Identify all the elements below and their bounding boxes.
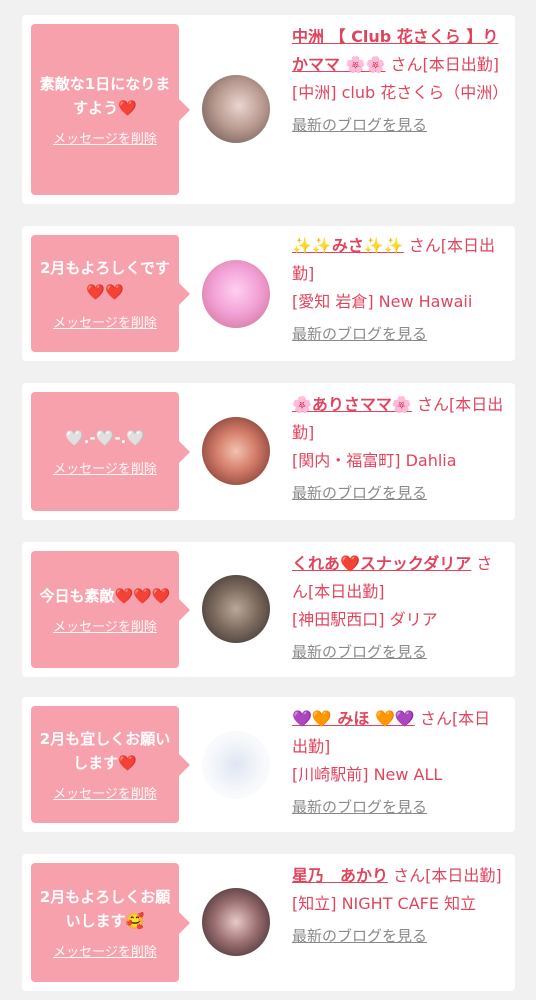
attendance-status: さん[本日出勤] bbox=[390, 55, 500, 74]
cast-name-link[interactable]: くれあ❤️スナックダリア bbox=[292, 554, 471, 573]
delete-message-link[interactable]: メッセージを削除 bbox=[53, 941, 157, 960]
cast-name-link[interactable]: 🌸ありさママ🌸 bbox=[292, 395, 412, 414]
shop-name: [中洲] club 花さくら（中洲） bbox=[292, 83, 509, 102]
latest-blog-link[interactable]: 最新のブログを見る bbox=[292, 113, 427, 137]
delete-message-link[interactable]: メッセージを削除 bbox=[53, 783, 157, 802]
attendance-status: さん[本日出勤] bbox=[393, 866, 502, 885]
shop-name: [知立] NIGHT CAFE 知立 bbox=[292, 894, 477, 913]
message-bubble: 今日も素敵❤️❤️❤️ メッセージを削除 bbox=[31, 551, 190, 668]
latest-blog-link[interactable]: 最新のブログを見る bbox=[292, 322, 427, 346]
message-text: 2月もよろしくお願いします🥰 bbox=[39, 888, 171, 930]
latest-blog-link[interactable]: 最新のブログを見る bbox=[292, 924, 427, 948]
latest-blog-link[interactable]: 最新のブログを見る bbox=[292, 640, 427, 664]
message-bubble: 2月も宜しくお願いします❤️ メッセージを削除 bbox=[31, 706, 190, 823]
message-bubble: 🤍.-🤍-.🤍 メッセージを削除 bbox=[31, 392, 190, 511]
avatar[interactable] bbox=[202, 417, 270, 485]
cast-name-link[interactable]: 星乃 あかり bbox=[292, 866, 388, 885]
latest-blog-link[interactable]: 最新のブログを見る bbox=[292, 795, 427, 819]
message-text: 今日も素敵❤️❤️❤️ bbox=[39, 587, 171, 605]
message-card: 今日も素敵❤️❤️❤️ メッセージを削除 くれあ❤️スナックダリア さん[本日出… bbox=[22, 542, 515, 677]
avatar[interactable] bbox=[202, 260, 270, 328]
message-card: 2月もよろしくお願いします🥰 メッセージを削除 星乃 あかり さん[本日出勤] … bbox=[22, 854, 515, 991]
message-bubble: 2月もよろしくお願いします🥰 メッセージを削除 bbox=[31, 863, 190, 982]
message-bubble: 素敵な1日になりますよう❤️ メッセージを削除 bbox=[31, 24, 190, 195]
message-text: 2月も宜しくお願いします❤️ bbox=[39, 730, 171, 772]
message-card: 素敵な1日になりますよう❤️ メッセージを削除 中洲 【 Club 花さくら 】… bbox=[22, 15, 515, 204]
cast-name-link[interactable]: 💜🧡 みほ 🧡💜 bbox=[292, 709, 415, 728]
message-text: 🤍.-🤍-.🤍 bbox=[65, 429, 145, 447]
message-card: 2月も宜しくお願いします❤️ メッセージを削除 💜🧡 みほ 🧡💜 さん[本日出勤… bbox=[22, 697, 515, 832]
avatar[interactable] bbox=[202, 731, 270, 799]
message-list: 素敵な1日になりますよう❤️ メッセージを削除 中洲 【 Club 花さくら 】… bbox=[0, 0, 536, 1000]
avatar[interactable] bbox=[202, 575, 270, 643]
delete-message-link[interactable]: メッセージを削除 bbox=[53, 616, 157, 635]
shop-name: [川崎駅前] New ALL bbox=[292, 765, 443, 784]
message-text: 素敵な1日になりますよう❤️ bbox=[39, 75, 171, 117]
avatar[interactable] bbox=[202, 888, 270, 956]
latest-blog-link[interactable]: 最新のブログを見る bbox=[292, 481, 427, 505]
shop-name: [愛知 岩倉] New Hawaii bbox=[292, 292, 473, 311]
delete-message-link[interactable]: メッセージを削除 bbox=[53, 312, 157, 331]
cast-name-link[interactable]: ✨✨みさ✨✨ bbox=[292, 236, 404, 255]
message-card: 🤍.-🤍-.🤍 メッセージを削除 🌸ありさママ🌸 さん[本日出勤] [関内・福富… bbox=[22, 383, 515, 520]
message-card: 2月もよろしくです❤️❤️ メッセージを削除 ✨✨みさ✨✨ さん[本日出勤] [… bbox=[22, 226, 515, 361]
delete-message-link[interactable]: メッセージを削除 bbox=[53, 128, 157, 147]
shop-name: [神田駅西口] ダリア bbox=[292, 610, 438, 629]
shop-name: [関内・福富町] Dahlia bbox=[292, 451, 457, 470]
message-text: 2月もよろしくです❤️❤️ bbox=[40, 259, 170, 301]
delete-message-link[interactable]: メッセージを削除 bbox=[53, 458, 157, 477]
avatar[interactable] bbox=[202, 75, 270, 143]
message-bubble: 2月もよろしくです❤️❤️ メッセージを削除 bbox=[31, 235, 190, 352]
